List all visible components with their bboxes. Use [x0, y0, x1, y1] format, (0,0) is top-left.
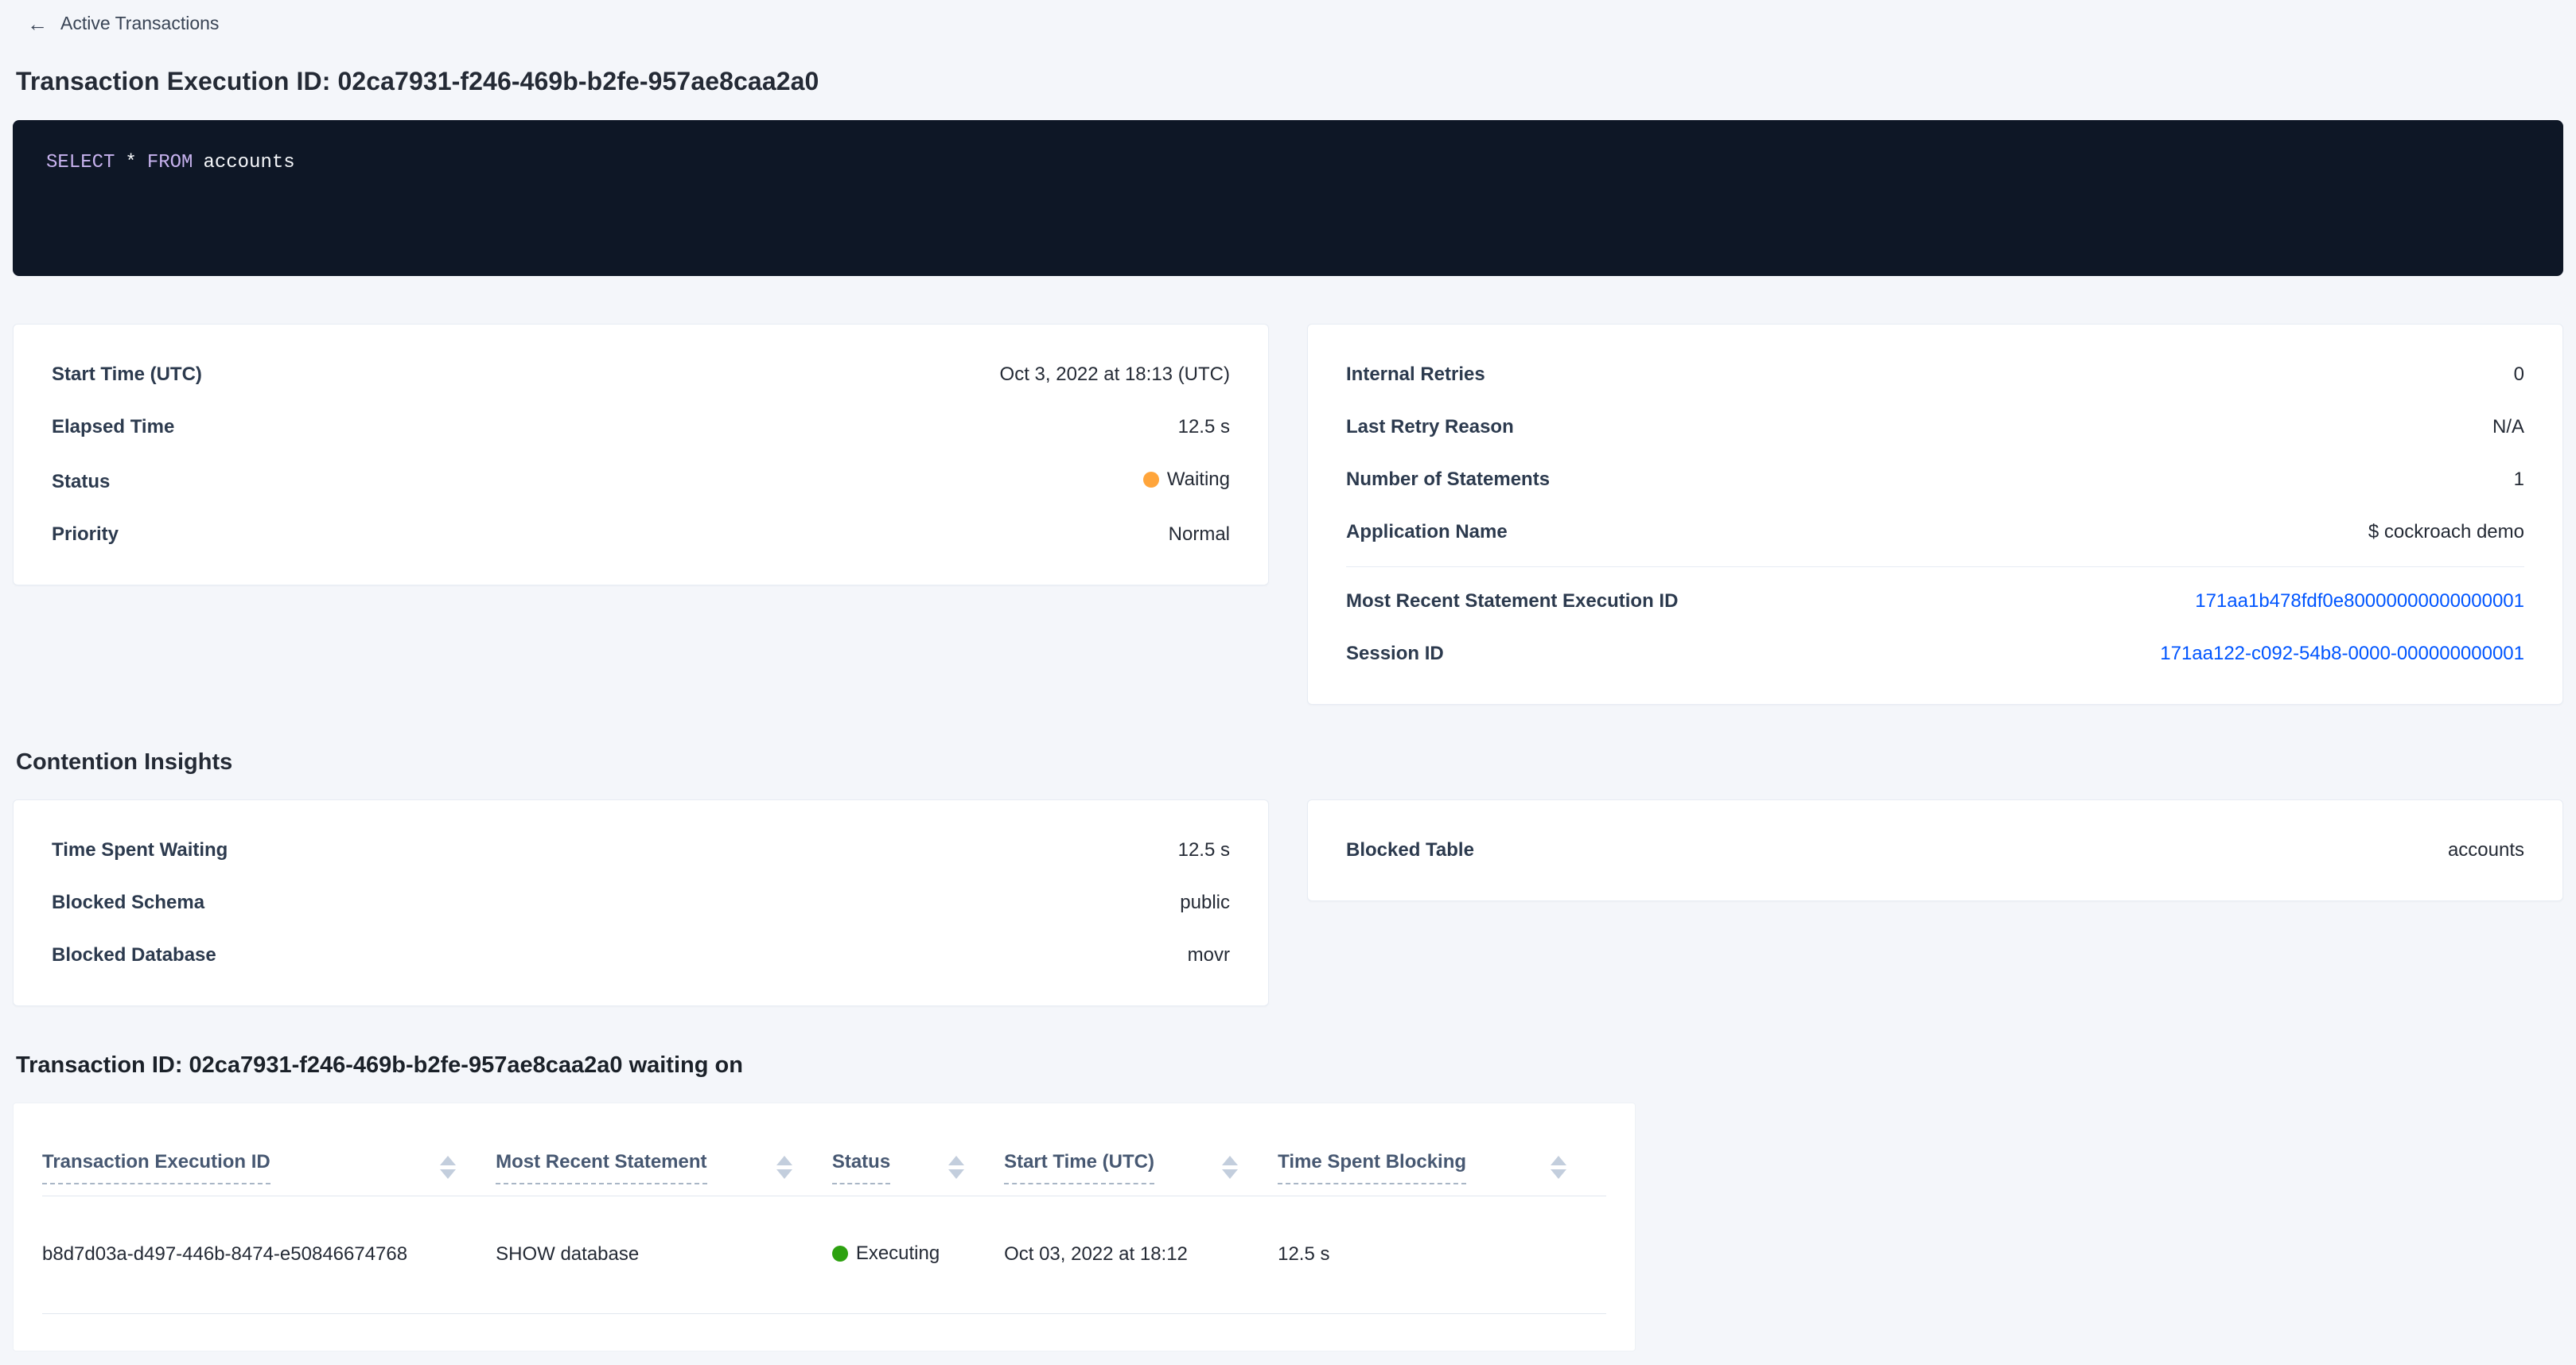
back-arrow-icon: ← — [27, 14, 48, 34]
waiting-on-heading: Transaction ID: 02ca7931-f246-469b-b2fe-… — [16, 1052, 2563, 1079]
summary-row-number-of-statements: Number of Statements 1 — [1346, 453, 2524, 506]
start-time-value: Oct 3, 2022 at 18:13 (UTC) — [1000, 364, 1230, 386]
summary-row-application-name: Application Name $ cockroach demo — [1346, 506, 2524, 558]
application-name-value: $ cockroach demo — [2368, 521, 2524, 543]
start-time-column-label: Start Time (UTC) — [1004, 1151, 1154, 1184]
active-transaction-details-page: ← Active Transactions Transaction Execut… — [0, 0, 2576, 1351]
sort-icon[interactable] — [776, 1156, 792, 1179]
blocked-database-label: Blocked Database — [52, 944, 216, 966]
internal-retries-value: 0 — [2514, 364, 2524, 386]
sort-icon[interactable] — [1222, 1156, 1238, 1179]
number-of-statements-label: Number of Statements — [1346, 469, 1550, 491]
column-header-start-time[interactable]: Start Time (UTC) — [1004, 1116, 1278, 1196]
time-spent-waiting-value: 12.5 s — [1178, 839, 1230, 861]
status-executing-text: Executing — [856, 1242, 940, 1265]
priority-label: Priority — [52, 523, 119, 546]
summary-row-internal-retries: Internal Retries 0 — [1346, 348, 2524, 401]
status-column-label: Status — [832, 1151, 890, 1184]
internal-retries-label: Internal Retries — [1346, 364, 1485, 386]
contention-row-blocked-table: Blocked Table accounts — [1346, 824, 2524, 877]
blocked-database-value: movr — [1188, 944, 1230, 966]
most-recent-statement-column-label: Most Recent Statement — [496, 1151, 706, 1184]
contention-cards-row: Time Spent Waiting 12.5 s Blocked Schema… — [13, 799, 2563, 1006]
table-header-row: Transaction Execution ID Most Recent Sta… — [42, 1116, 1606, 1196]
sql-statement-box: SELECT * FROM accounts — [13, 120, 2563, 276]
most-recent-statement-execution-id-link[interactable]: 171aa1b478fdf0e80000000000000001 — [2195, 590, 2524, 612]
sql-star-operator: * — [125, 152, 136, 173]
summary-card-left: Start Time (UTC) Oct 3, 2022 at 18:13 (U… — [13, 324, 1269, 585]
breadcrumb-back-active-transactions[interactable]: ← Active Transactions — [27, 13, 219, 34]
sort-icon[interactable] — [1551, 1156, 1566, 1179]
blocked-schema-label: Blocked Schema — [52, 892, 204, 914]
summary-cards-row: Start Time (UTC) Oct 3, 2022 at 18:13 (U… — [13, 324, 2563, 705]
blocked-table-label: Blocked Table — [1346, 839, 1474, 861]
breadcrumb-label: Active Transactions — [60, 13, 219, 34]
summary-row-priority: Priority Normal — [52, 508, 1230, 561]
status-waiting-text: Waiting — [1167, 469, 1230, 491]
cell-transaction-execution-id: b8d7d03a-d497-446b-8474-e50846674768 — [42, 1196, 496, 1313]
last-retry-reason-value: N/A — [2492, 416, 2524, 438]
time-spent-waiting-label: Time Spent Waiting — [52, 839, 228, 861]
column-header-time-spent-blocking[interactable]: Time Spent Blocking — [1278, 1116, 1606, 1196]
sort-icon[interactable] — [948, 1156, 964, 1179]
summary-row-status: Status Waiting — [52, 453, 1230, 508]
contention-card-left: Time Spent Waiting 12.5 s Blocked Schema… — [13, 799, 1269, 1006]
elapsed-time-label: Elapsed Time — [52, 416, 174, 438]
contention-row-blocked-database: Blocked Database movr — [52, 929, 1230, 982]
column-header-status[interactable]: Status — [832, 1116, 1004, 1196]
most-recent-statement-execution-id-label: Most Recent Statement Execution ID — [1346, 590, 1678, 612]
summary-card-right: Internal Retries 0 Last Retry Reason N/A… — [1307, 324, 2563, 705]
cell-most-recent-statement: SHOW database — [496, 1196, 832, 1313]
transaction-execution-id-column-label: Transaction Execution ID — [42, 1151, 270, 1184]
status-executing-dot-icon — [832, 1246, 848, 1262]
table-row: b8d7d03a-d497-446b-8474-e50846674768 SHO… — [42, 1196, 1606, 1313]
sql-keyword-from: FROM — [147, 152, 193, 173]
page-title: Transaction Execution ID: 02ca7931-f246-… — [16, 67, 2563, 96]
summary-row-last-retry-reason: Last Retry Reason N/A — [1346, 401, 2524, 453]
cell-start-time: Oct 03, 2022 at 18:12 — [1004, 1196, 1278, 1313]
blocked-schema-value: public — [1180, 892, 1230, 914]
status-waiting-dot-icon — [1143, 472, 1159, 488]
contention-insights-heading: Contention Insights — [16, 749, 2563, 776]
start-time-label: Start Time (UTC) — [52, 364, 202, 386]
column-header-transaction-execution-id[interactable]: Transaction Execution ID — [42, 1116, 496, 1196]
last-retry-reason-label: Last Retry Reason — [1346, 416, 1514, 438]
sort-icon[interactable] — [440, 1156, 456, 1179]
contention-row-time-spent-waiting: Time Spent Waiting 12.5 s — [52, 824, 1230, 877]
waiting-on-table-panel: Transaction Execution ID Most Recent Sta… — [13, 1102, 1636, 1351]
sql-keyword-select: SELECT — [46, 152, 115, 173]
cell-status: Executing — [832, 1196, 1004, 1313]
priority-value: Normal — [1169, 523, 1230, 546]
time-spent-blocking-column-label: Time Spent Blocking — [1278, 1151, 1466, 1184]
session-id-link[interactable]: 171aa122-c092-54b8-0000-000000000001 — [2160, 643, 2524, 665]
summary-row-start-time: Start Time (UTC) Oct 3, 2022 at 18:13 (U… — [52, 348, 1230, 401]
sql-table-name: accounts — [203, 152, 294, 173]
summary-row-most-recent-statement-execution-id: Most Recent Statement Execution ID 171aa… — [1346, 575, 2524, 628]
summary-row-elapsed-time: Elapsed Time 12.5 s — [52, 401, 1230, 453]
summary-card-divider — [1346, 566, 2524, 567]
application-name-label: Application Name — [1346, 521, 1508, 543]
blocked-table-value: accounts — [2448, 839, 2524, 861]
status-label: Status — [52, 471, 110, 493]
contention-card-right: Blocked Table accounts — [1307, 799, 2563, 901]
status-value: Waiting — [1143, 469, 1230, 491]
number-of-statements-value: 1 — [2514, 469, 2524, 491]
cell-time-spent-blocking: 12.5 s — [1278, 1196, 1606, 1313]
session-id-label: Session ID — [1346, 643, 1444, 665]
column-header-most-recent-statement[interactable]: Most Recent Statement — [496, 1116, 832, 1196]
summary-row-session-id: Session ID 171aa122-c092-54b8-0000-00000… — [1346, 628, 2524, 680]
elapsed-time-value: 12.5 s — [1178, 416, 1230, 438]
waiting-on-table: Transaction Execution ID Most Recent Sta… — [42, 1116, 1606, 1314]
contention-row-blocked-schema: Blocked Schema public — [52, 877, 1230, 929]
